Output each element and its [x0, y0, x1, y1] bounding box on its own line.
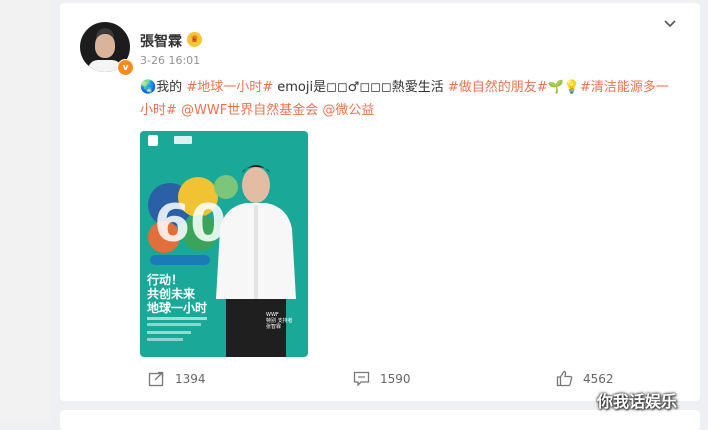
poster-fineprint [147, 317, 207, 320]
poster-caption: WWF 特别 支持者 张智霖 [266, 312, 296, 330]
username[interactable]: 張智霖 [140, 31, 182, 51]
watermark: 你我话娱乐 [597, 392, 678, 411]
mention-wwf[interactable]: @WWF世界自然基金会 [181, 103, 318, 118]
poster-caption-line: 张智霖 [266, 324, 282, 330]
hashtag-nature-friend[interactable]: #做自然的朋友# [448, 80, 548, 95]
post-image[interactable]: 60+ 行动！ 共创未来 地球一小时 WWF 特别 支持者 张智霖 [140, 131, 308, 357]
verified-badge: v [117, 59, 134, 76]
like-count: 4562 [583, 371, 614, 386]
comment-icon [353, 371, 370, 387]
next-post-card [60, 410, 700, 430]
like-button[interactable]: 4562 [556, 370, 614, 387]
avatar-face [95, 34, 115, 58]
chevron-down-icon[interactable] [663, 19, 677, 29]
comment-count: 1590 [380, 371, 411, 386]
comment-button[interactable]: 1590 [353, 370, 411, 387]
poster-headline-line: 共创未来 [147, 287, 196, 301]
crown-icon[interactable]: ♛ [187, 32, 202, 47]
post-timestamp[interactable]: 3-26 16:01 [140, 54, 200, 67]
mention-weigongyi[interactable]: @微公益 [322, 103, 374, 118]
left-gutter [0, 0, 50, 421]
text-plain: 🌏我的 [140, 80, 187, 95]
repost-button[interactable]: 1394 [148, 370, 206, 387]
poster-fineprint [147, 338, 183, 341]
poster-fineprint [147, 323, 201, 326]
like-icon [556, 370, 573, 387]
poster-headline-line: 地球一小时 [147, 301, 208, 315]
poster-headline: 行动！ 共创未来 地球一小时 [147, 273, 217, 315]
text-emoji: 🌱💡 [547, 80, 581, 95]
weibo-post-card: v 張智霖 ♛ 3-26 16:01 🌏我的 #地球一小时# emoji是◻◻♂… [60, 3, 700, 401]
poster-fineprint [147, 331, 191, 334]
hashtag-earth-hour[interactable]: #地球一小时# [186, 80, 273, 95]
repost-icon [148, 371, 164, 387]
repost-count: 1394 [175, 371, 206, 386]
post-text: 🌏我的 #地球一小时# emoji是◻◻♂◻◻◻熱愛生活 #做自然的朋友#🌱💡#… [140, 76, 680, 122]
sponsor-logo [174, 136, 192, 144]
text-plain: emoji是◻◻♂◻◻◻熱愛生活 [273, 80, 448, 95]
poster-headline-line: 行动！ [147, 273, 184, 287]
